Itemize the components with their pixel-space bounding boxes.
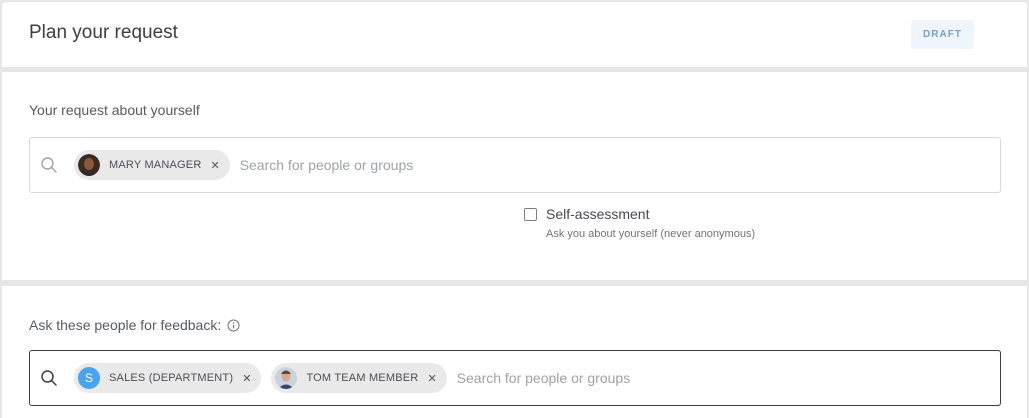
person-chip: MARY MANAGER ✕ <box>74 150 230 180</box>
self-request-label-text: Your request about yourself <box>29 102 200 118</box>
self-request-section: Your request about yourself MARY MANAGER… <box>2 72 1027 280</box>
chip-label: MARY MANAGER <box>109 159 202 171</box>
close-icon[interactable]: ✕ <box>210 159 219 172</box>
page: Plan your request DRAFT Your request abo… <box>0 0 1029 418</box>
close-icon[interactable]: ✕ <box>242 372 251 385</box>
feedback-label: Ask these people for feedback: <box>29 317 240 333</box>
self-request-label: Your request about yourself <box>29 102 200 118</box>
self-assessment-label[interactable]: Self-assessment <box>546 206 649 222</box>
search-icon <box>41 370 57 386</box>
avatar <box>275 367 298 389</box>
self-assessment-checkbox[interactable] <box>524 207 537 221</box>
group-chip: S SALES (DEPARTMENT) ✕ <box>74 363 262 393</box>
close-icon[interactable]: ✕ <box>427 372 436 385</box>
avatar: S <box>78 367 100 389</box>
header-card: Plan your request DRAFT <box>2 2 1027 67</box>
self-assessment-help: Ask you about yourself (never anonymous) <box>546 228 756 240</box>
avatar <box>78 154 100 176</box>
chip-label: SALES (DEPARTMENT) <box>109 372 234 384</box>
chip-label: TOM TEAM MEMBER <box>306 372 419 384</box>
feedback-search-input[interactable] <box>456 363 1000 393</box>
self-search-input[interactable] <box>239 150 1000 180</box>
self-search-box[interactable]: MARY MANAGER ✕ <box>29 137 1001 193</box>
status-badge: DRAFT <box>911 20 974 49</box>
feedback-section: Ask these people for feedback: S SALES (… <box>2 286 1027 418</box>
info-icon[interactable] <box>227 319 240 332</box>
search-icon <box>41 157 57 173</box>
person-chip: TOM TEAM MEMBER ✕ <box>271 363 447 393</box>
self-assessment-option[interactable]: Self-assessment <box>524 206 649 222</box>
feedback-search-box[interactable]: S SALES (DEPARTMENT) ✕ TOM TEAM MEMBER ✕ <box>29 350 1001 406</box>
page-title: Plan your request <box>29 22 178 43</box>
feedback-label-text: Ask these people for feedback: <box>29 317 222 333</box>
